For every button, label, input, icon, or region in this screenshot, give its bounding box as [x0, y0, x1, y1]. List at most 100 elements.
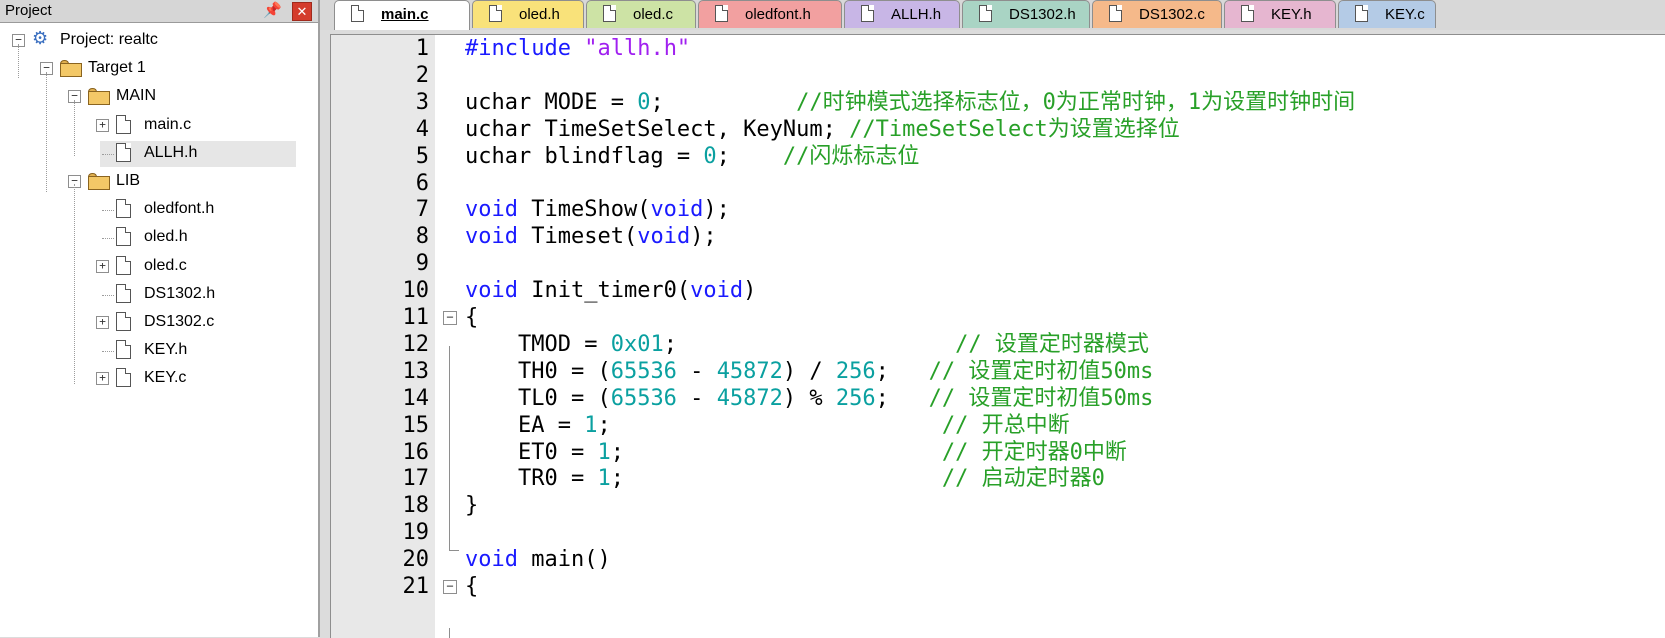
fold-collapse-icon[interactable]: −: [443, 580, 457, 594]
tree-connector: [102, 153, 114, 155]
code-line[interactable]: 14 TL0 = (65536 - 45872) % 256; // 设置定时初…: [331, 385, 1665, 413]
tree-item-label: KEY.c: [144, 369, 187, 387]
code-token: TR0 =: [465, 466, 598, 492]
tab-key-c[interactable]: KEY.c: [1338, 0, 1436, 28]
tree-item-project-realtc[interactable]: − ⚙ Project: realtc: [0, 28, 310, 54]
code-line[interactable]: 21−{: [331, 573, 1665, 601]
code-line[interactable]: 4 uchar TimeSetSelect, KeyNum; //TimeSetS…: [331, 116, 1665, 144]
code-line[interactable]: 19: [331, 519, 1665, 547]
tab-oledfont-h[interactable]: oledfont.h: [698, 0, 842, 28]
code-line[interactable]: 12 TMOD = 0x01; // 设置定时器模式: [331, 331, 1665, 359]
tab-ds1302-h[interactable]: DS1302.h: [962, 0, 1090, 28]
line-number: 17: [402, 466, 430, 492]
expand-icon[interactable]: +: [96, 118, 109, 132]
code-line[interactable]: 9: [331, 250, 1665, 278]
code-token: }: [465, 493, 479, 519]
line-number: 19: [402, 520, 430, 546]
code-line[interactable]: 11−{: [331, 304, 1665, 332]
tree-guide: [18, 44, 19, 78]
code-text: }: [465, 492, 478, 520]
code-token: EA =: [465, 412, 585, 438]
code-text: TR0 = 1; // 启动定时器0: [465, 465, 1105, 493]
code-token: );: [690, 224, 717, 250]
code-line[interactable]: 20 void main(): [331, 546, 1665, 574]
tree-item-oled-c[interactable]: + oled.c: [0, 254, 310, 280]
code-editor[interactable]: 1 #include "allh.h" 2 3 uchar MODE = 0; //时钟…: [330, 34, 1665, 638]
line-number: 21: [402, 574, 430, 599]
code-text: TL0 = (65536 - 45872) % 256; // 设置定时初值50…: [465, 385, 1153, 413]
tree-item-key-c[interactable]: + KEY.c: [0, 366, 310, 392]
tab-ds1302-c[interactable]: DS1302.c: [1092, 0, 1222, 28]
line-number: 10: [402, 278, 430, 304]
code-line[interactable]: 6: [331, 170, 1665, 198]
close-panel-button[interactable]: ✕: [292, 2, 312, 21]
line-number: 4: [415, 116, 429, 142]
code-text: void TimeShow(void);: [465, 196, 730, 224]
code-line[interactable]: 17 TR0 = 1; // 启动定时器0: [331, 465, 1665, 493]
tree-guide: [74, 100, 75, 156]
code-comment: // 设置定时器模式: [955, 331, 1149, 357]
code-text: EA = 1; // 开总中断: [465, 412, 1070, 440]
line-number: 12: [402, 331, 430, 357]
code-line[interactable]: 10 void Init_timer0(void): [331, 277, 1665, 305]
line-number: 9: [415, 251, 429, 277]
code-string: "allh.h": [584, 36, 691, 61]
file-icon: [116, 227, 131, 247]
tab-oled-h[interactable]: oled.h: [472, 0, 584, 28]
code-line[interactable]: 15 EA = 1; // 开总中断: [331, 412, 1665, 440]
tab-main-c[interactable]: main.c: [334, 0, 470, 30]
tree-item-label: ALLH.h: [144, 143, 198, 161]
code-keyword: void: [650, 197, 704, 223]
tree-item-label: KEY.h: [144, 341, 188, 359]
code-comment: //时钟模式选择标志位，0为正常时钟，1为设置时钟时间: [796, 89, 1356, 115]
code-keyword: void: [690, 278, 744, 304]
tab-key-h[interactable]: KEY.h: [1224, 0, 1336, 28]
file-icon: [116, 114, 131, 134]
code-line[interactable]: 5 uchar blindflag = 0; //闪烁标志位: [331, 143, 1665, 171]
tree-item-label: Project: realtc: [60, 31, 158, 48]
code-keyword: #include: [465, 36, 585, 61]
code-token: ;: [610, 466, 942, 492]
line-number: 8: [415, 224, 429, 250]
tab-oled-c[interactable]: oled.c: [586, 0, 696, 28]
tree-connector: [102, 351, 114, 353]
project-panel-header: Project 📌 ✕: [0, 0, 318, 23]
expand-icon[interactable]: +: [96, 259, 109, 273]
line-number: 18: [402, 493, 430, 519]
file-icon: [861, 5, 874, 22]
expand-icon[interactable]: +: [96, 372, 109, 386]
file-icon: [1109, 5, 1122, 22]
tree-item-oled-h[interactable]: oled.h: [0, 225, 310, 251]
tree-item-ds1302-c[interactable]: + DS1302.c: [0, 310, 310, 336]
expand-icon[interactable]: +: [96, 316, 109, 329]
file-icon: [116, 340, 131, 360]
tree-item-oledfont-h[interactable]: oledfont.h: [0, 197, 310, 223]
folder-icon: [88, 88, 110, 106]
fold-collapse-icon[interactable]: −: [443, 311, 457, 325]
tree-item-ds1302-h[interactable]: DS1302.h: [0, 282, 310, 308]
code-token: ;: [663, 331, 956, 357]
tree-item-allh-h[interactable]: ALLH.h: [100, 140, 296, 167]
code-token: ;: [875, 358, 929, 384]
code-line[interactable]: 8 void Timeset(void);: [331, 223, 1665, 251]
pin-icon[interactable]: 📌: [263, 1, 282, 19]
code-line[interactable]: 13 TH0 = (65536 - 45872) / 256; // 设置定时初…: [331, 358, 1665, 386]
file-icon: [603, 5, 616, 22]
code-comment: // 设置定时初值50ms: [928, 358, 1154, 384]
code-line[interactable]: 16 ET0 = 1; // 开定时器0中断: [331, 439, 1665, 467]
tree-item-key-h[interactable]: KEY.h: [0, 338, 310, 364]
line-number: 14: [402, 385, 430, 411]
tab-label: ALLH.h: [891, 6, 942, 23]
code-line[interactable]: 3 uchar MODE = 0; //时钟模式选择标志位，0为正常时钟，1为设置…: [331, 89, 1665, 117]
tree-item-label: DS1302.h: [144, 284, 216, 302]
tab-allh-h[interactable]: ALLH.h: [844, 0, 960, 28]
code-line[interactable]: 1 #include "allh.h": [331, 35, 1665, 63]
line-number: 16: [402, 439, 430, 465]
code-line[interactable]: 7 void TimeShow(void);: [331, 196, 1665, 224]
tree-item-label: oled.c: [144, 256, 187, 274]
code-number: 0x01: [610, 331, 664, 357]
tab-label: oled.h: [519, 6, 560, 23]
code-number: 65536: [610, 358, 677, 384]
code-line[interactable]: 2: [331, 62, 1665, 90]
code-line[interactable]: 18}: [331, 492, 1665, 520]
